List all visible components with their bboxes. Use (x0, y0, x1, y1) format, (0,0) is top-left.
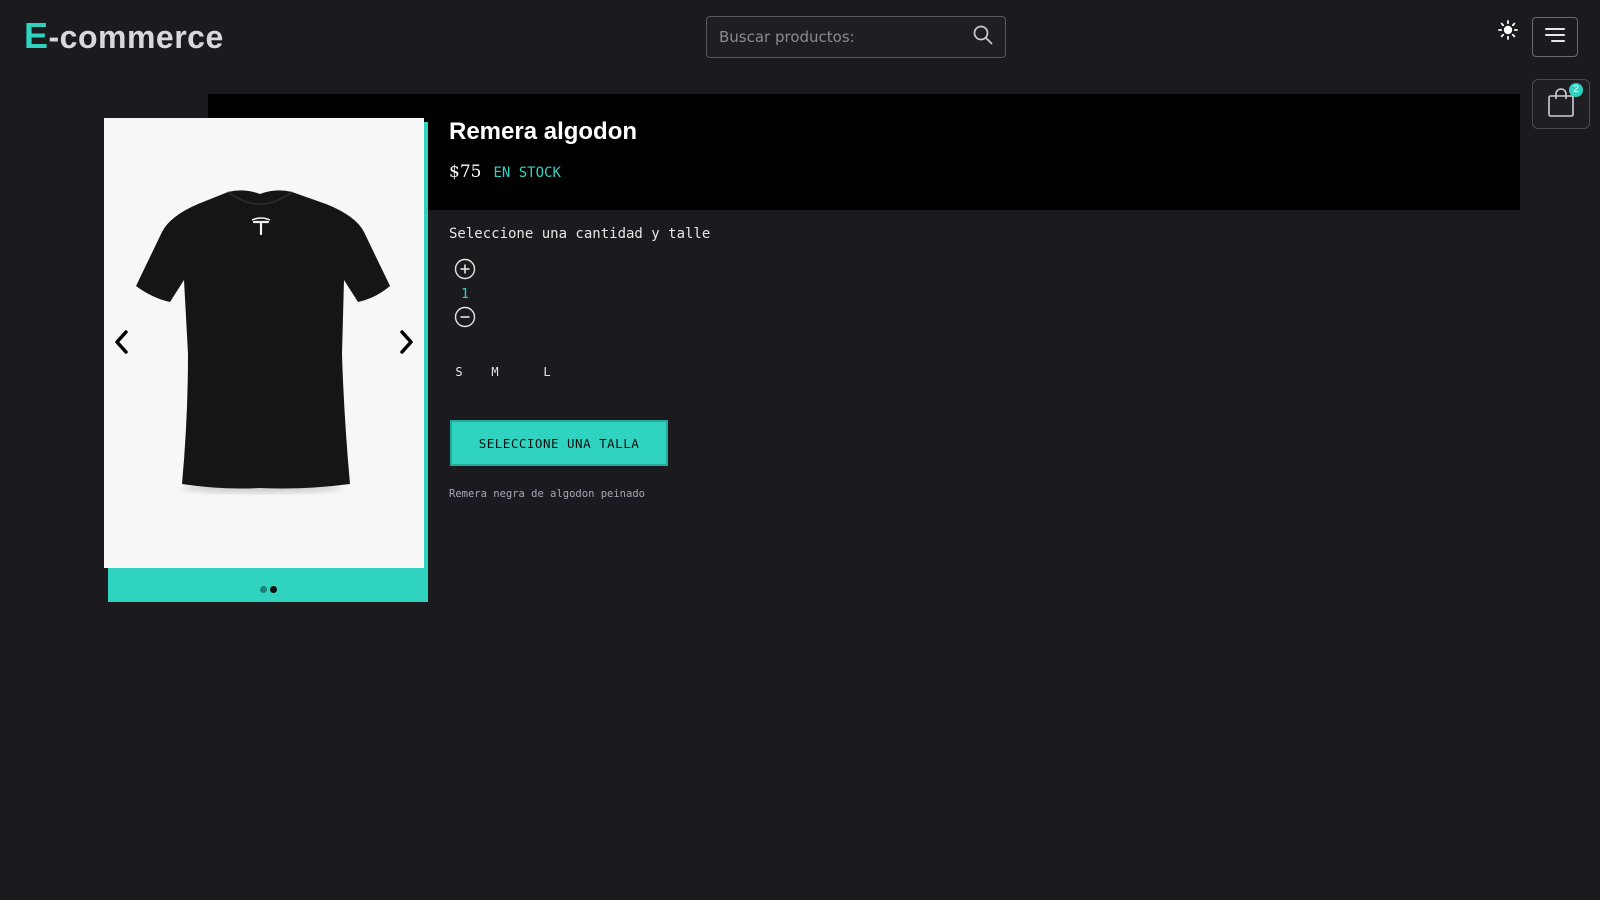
quantity-value: 1 (461, 287, 469, 302)
size-option-s[interactable]: S (449, 363, 469, 381)
increment-quantity-button[interactable] (454, 258, 476, 285)
sun-icon (1498, 19, 1518, 45)
chevron-right-icon (397, 329, 415, 360)
cart-count-badge: 2 (1569, 83, 1583, 97)
chevron-left-icon (113, 329, 131, 360)
price-row: $75 EN STOCK (449, 162, 561, 182)
product-description: Remera negra de algodon peinado (449, 488, 645, 500)
size-selector: S M L (449, 363, 573, 381)
select-size-button[interactable]: SELECCIONE UNA TALLA (450, 420, 668, 466)
selection-instructions: Seleccione una cantidad y talle (449, 226, 711, 242)
size-option-m[interactable]: M (469, 363, 521, 381)
search-icon (973, 25, 993, 50)
carousel-dot-2[interactable] (269, 586, 277, 593)
search-button[interactable] (961, 17, 1005, 57)
carousel-indicators (108, 586, 428, 593)
product-price: $75 (449, 162, 482, 182)
carousel-prev-button[interactable] (108, 329, 136, 360)
carousel-dot-1[interactable] (259, 586, 267, 593)
plus-circle-icon (454, 258, 476, 285)
site-logo[interactable]: E-commerce (24, 14, 224, 59)
logo-text: -commerce (48, 19, 224, 55)
product-image-carousel (104, 118, 424, 568)
product-title: Remera algodon (449, 118, 638, 145)
size-option-l[interactable]: L (521, 363, 573, 381)
product-image (136, 190, 390, 493)
carousel-next-button[interactable] (392, 329, 420, 360)
hamburger-icon (1543, 25, 1567, 50)
menu-button[interactable] (1532, 17, 1578, 57)
search-input[interactable] (707, 17, 961, 57)
search-bar (706, 16, 1006, 58)
theme-toggle-button[interactable] (1496, 19, 1520, 45)
decrement-quantity-button[interactable] (454, 306, 476, 333)
logo-accent-letter: E (24, 15, 49, 56)
minus-circle-icon (454, 306, 476, 333)
stock-status: EN STOCK (493, 165, 561, 181)
quantity-stepper: 1 (453, 258, 477, 333)
cart-button[interactable]: 2 (1532, 79, 1590, 129)
